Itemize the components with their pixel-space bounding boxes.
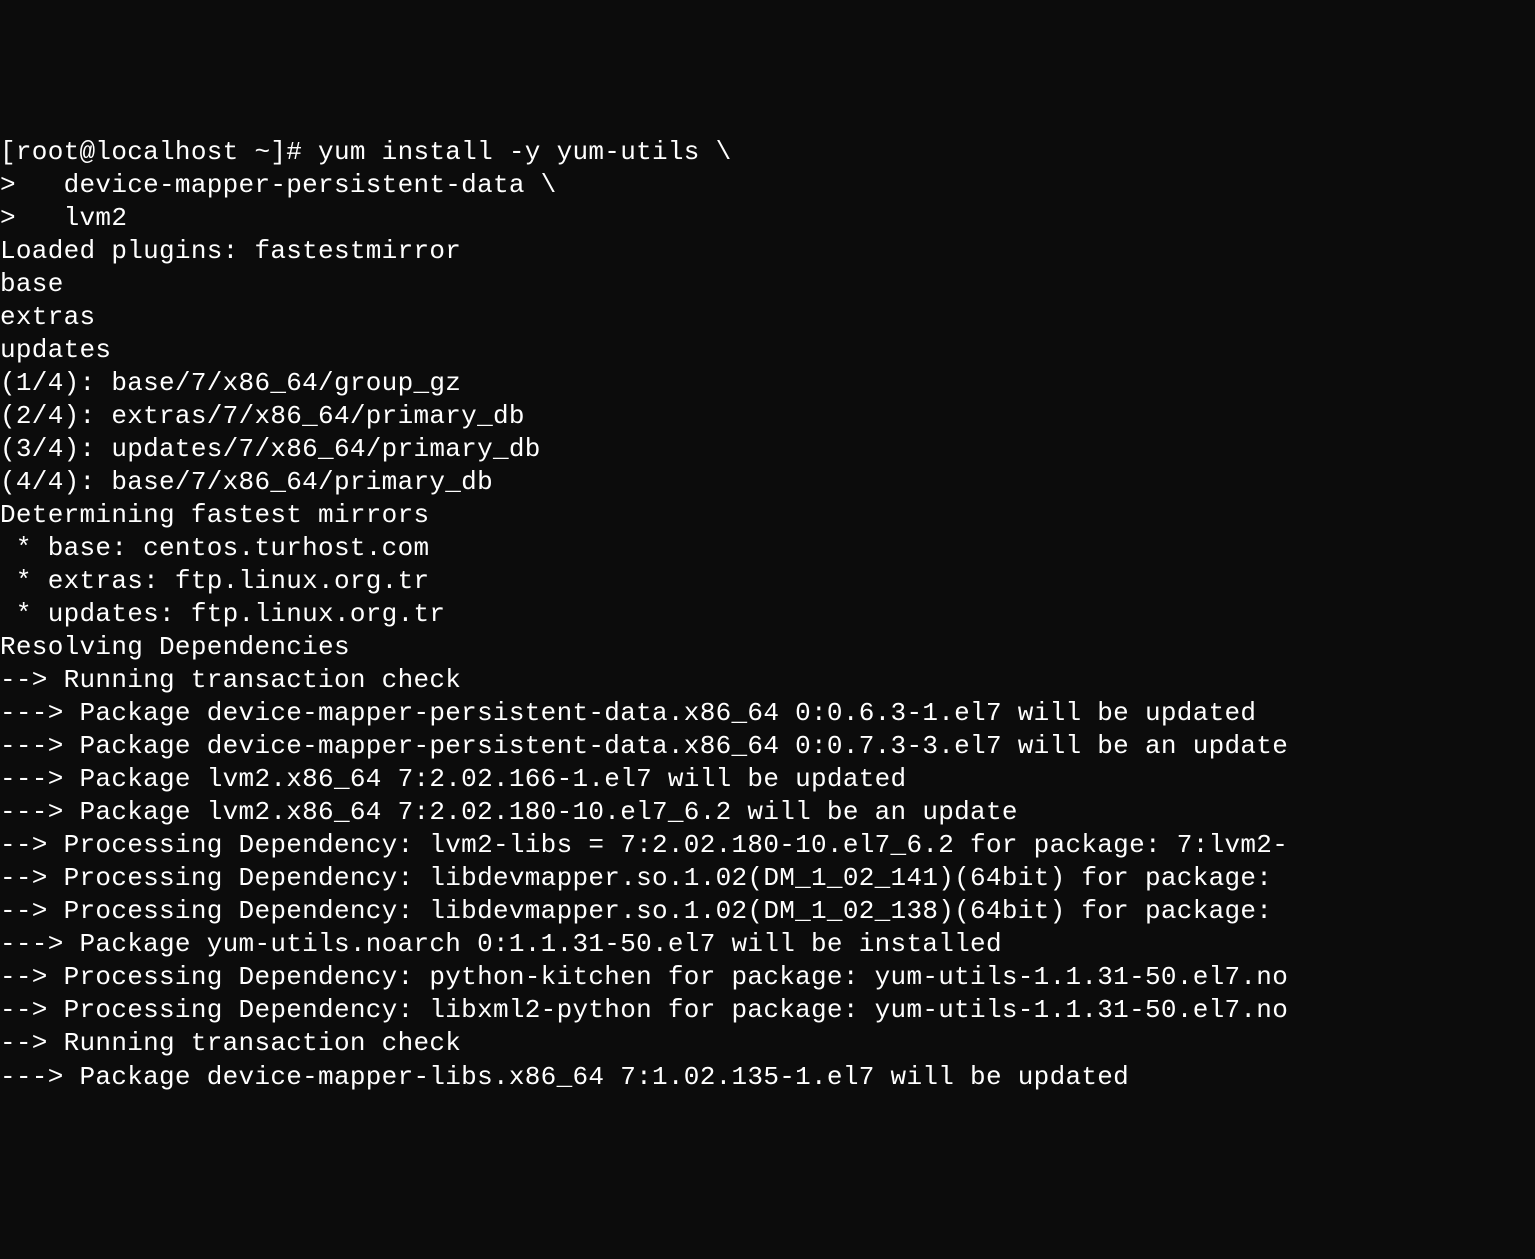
terminal-line: updates [0, 334, 1535, 367]
terminal-line: --> Processing Dependency: lvm2-libs = 7… [0, 829, 1535, 862]
terminal-line: > device-mapper-persistent-data \ [0, 169, 1535, 202]
terminal-line: --> Processing Dependency: libdevmapper.… [0, 895, 1535, 928]
terminal-line: ---> Package device-mapper-libs.x86_64 7… [0, 1061, 1535, 1094]
terminal-line: (2/4): extras/7/x86_64/primary_db [0, 400, 1535, 433]
terminal-line: Determining fastest mirrors [0, 499, 1535, 532]
terminal-line: * updates: ftp.linux.org.tr [0, 598, 1535, 631]
terminal-line: ---> Package lvm2.x86_64 7:2.02.166-1.el… [0, 763, 1535, 796]
terminal-line: ---> Package device-mapper-persistent-da… [0, 697, 1535, 730]
terminal-line: base [0, 268, 1535, 301]
terminal-line: * extras: ftp.linux.org.tr [0, 565, 1535, 598]
terminal-line: ---> Package yum-utils.noarch 0:1.1.31-5… [0, 928, 1535, 961]
terminal-line: ---> Package device-mapper-persistent-da… [0, 730, 1535, 763]
terminal-line: --> Processing Dependency: libxml2-pytho… [0, 994, 1535, 1027]
terminal-line: (1/4): base/7/x86_64/group_gz [0, 367, 1535, 400]
terminal-line: --> Running transaction check [0, 664, 1535, 697]
terminal-line: Loaded plugins: fastestmirror [0, 235, 1535, 268]
terminal-line: ---> Package lvm2.x86_64 7:2.02.180-10.e… [0, 796, 1535, 829]
terminal-line: Resolving Dependencies [0, 631, 1535, 664]
terminal-output[interactable]: [root@localhost ~]# yum install -y yum-u… [0, 136, 1535, 1093]
terminal-line: (4/4): base/7/x86_64/primary_db [0, 466, 1535, 499]
terminal-line: --> Running transaction check [0, 1027, 1535, 1060]
terminal-line: extras [0, 301, 1535, 334]
terminal-line: (3/4): updates/7/x86_64/primary_db [0, 433, 1535, 466]
terminal-line: > lvm2 [0, 202, 1535, 235]
terminal-line: [root@localhost ~]# yum install -y yum-u… [0, 136, 1535, 169]
terminal-line: --> Processing Dependency: libdevmapper.… [0, 862, 1535, 895]
terminal-line: --> Processing Dependency: python-kitche… [0, 961, 1535, 994]
terminal-line: * base: centos.turhost.com [0, 532, 1535, 565]
